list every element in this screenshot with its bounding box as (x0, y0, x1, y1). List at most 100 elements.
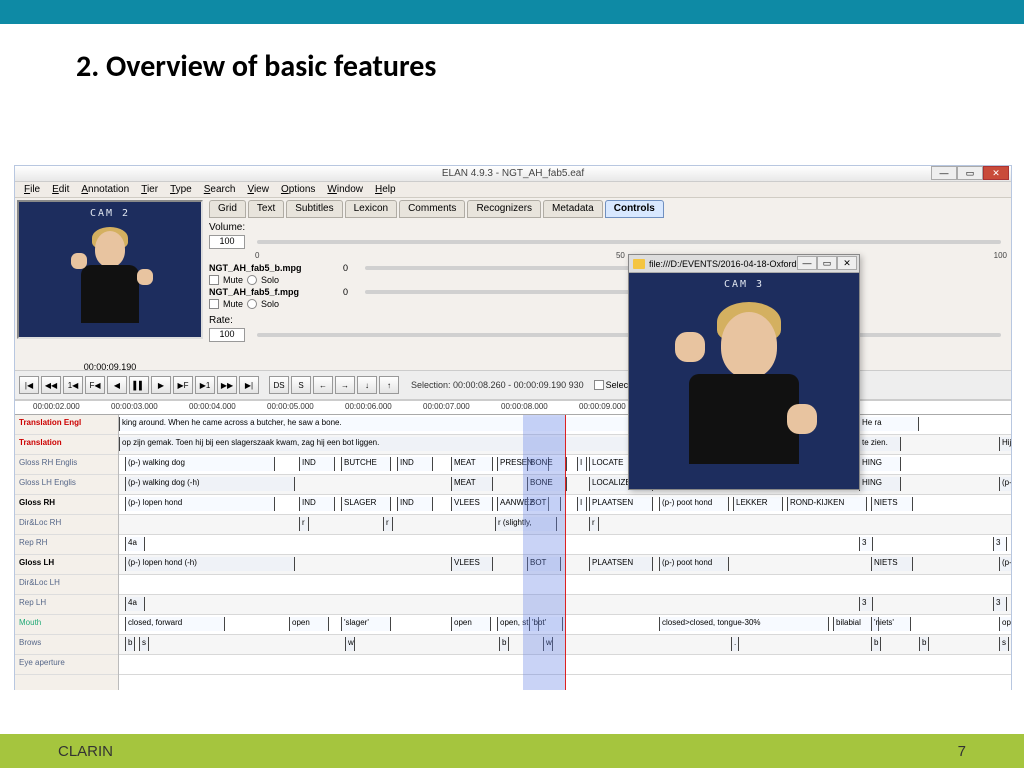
annotation[interactable]: He ra (859, 417, 919, 431)
playhead[interactable] (565, 415, 566, 690)
annotation[interactable]: (p-) walking dog (125, 457, 275, 471)
annotation[interactable]: . (731, 637, 739, 651)
tier-label-0[interactable]: Translation Engl (15, 415, 118, 435)
solo-radio-1[interactable] (247, 299, 257, 309)
annotation[interactable]: HING (859, 457, 901, 471)
mute-checkbox-1[interactable] (209, 299, 219, 309)
annotation[interactable]: (p-) ro (999, 477, 1011, 491)
annotation[interactable]: b (871, 637, 881, 651)
menu-type[interactable]: Type (165, 183, 197, 196)
tier-label-3[interactable]: Gloss LH Englis (15, 475, 118, 495)
annotation[interactable]: I (577, 497, 587, 511)
playback-btn-4[interactable]: ◀ (107, 376, 127, 394)
annotation[interactable]: 'niets' (871, 617, 911, 631)
close-button[interactable]: ✕ (983, 166, 1009, 180)
mute-checkbox-0[interactable] (209, 275, 219, 285)
annotation[interactable]: Hij re (999, 437, 1011, 451)
menu-edit[interactable]: Edit (47, 183, 74, 196)
tier-label-5[interactable]: Dir&Loc RH (15, 515, 118, 535)
annotation[interactable]: VLEES (451, 497, 493, 511)
tier-label-8[interactable]: Dir&Loc LH (15, 575, 118, 595)
annotation[interactable]: I (577, 457, 587, 471)
annotation[interactable]: 3 (993, 597, 1007, 611)
tier-label-2[interactable]: Gloss RH Englis (15, 455, 118, 475)
playback-btn-8[interactable]: ▶1 (195, 376, 215, 394)
playback-btn-6[interactable]: ▶ (151, 376, 171, 394)
playback-btn-1[interactable]: ◀◀ (41, 376, 61, 394)
tab-subtitles[interactable]: Subtitles (286, 200, 342, 218)
annotation[interactable]: king around. When he came across a butch… (119, 417, 639, 431)
annotation[interactable]: r (299, 517, 309, 531)
annotation[interactable]: w (345, 637, 355, 651)
tab-grid[interactable]: Grid (209, 200, 246, 218)
annotation[interactable]: (p-) ro (999, 557, 1011, 571)
playback-btn-9[interactable]: ▶▶ (217, 376, 237, 394)
tier-label-11[interactable]: Brows (15, 635, 118, 655)
annotation[interactable]: (p-) poot hond (659, 497, 729, 511)
tab-lexicon[interactable]: Lexicon (345, 200, 397, 218)
menu-annotation[interactable]: Annotation (76, 183, 134, 196)
tier-label-6[interactable]: Rep RH (15, 535, 118, 555)
detached-video-window[interactable]: file:///D:/EVENTS/2016-04-18-Oxford… — ▭… (628, 254, 860, 490)
playback-btn-12[interactable]: DS (269, 376, 289, 394)
annotation[interactable]: op zijn gemak. Toen hij bij een slagersz… (119, 437, 639, 451)
annotation[interactable]: ROND-KIJKEN (787, 497, 867, 511)
playback-btn-7[interactable]: ▶F (173, 376, 193, 394)
annotation[interactable]: 3 (859, 597, 873, 611)
tab-comments[interactable]: Comments (399, 200, 465, 218)
tab-metadata[interactable]: Metadata (543, 200, 603, 218)
menu-window[interactable]: Window (322, 183, 368, 196)
annotation[interactable]: te zien. (859, 437, 901, 451)
annotation[interactable]: MEAT (451, 457, 493, 471)
annotation[interactable]: IND (299, 497, 335, 511)
menu-view[interactable]: View (242, 183, 274, 196)
rate-input[interactable]: 100 (209, 328, 245, 342)
annotation[interactable]: (p-) lopen hond (125, 497, 275, 511)
selection-mode-checkbox[interactable] (594, 380, 604, 390)
annotation[interactable]: NIETS (871, 557, 913, 571)
annotation[interactable]: open (999, 617, 1011, 631)
annotation[interactable]: BOT (527, 557, 561, 571)
annotation[interactable]: IND (397, 497, 433, 511)
annotation[interactable]: BOT (527, 497, 561, 511)
annotation[interactable]: 3 (859, 537, 873, 551)
tier-label-1[interactable]: Translation (15, 435, 118, 455)
playback-btn-5[interactable]: ▌▌ (129, 376, 149, 394)
annotation[interactable]: SLAGER (341, 497, 391, 511)
playback-btn-2[interactable]: 1◀ (63, 376, 83, 394)
annotation[interactable]: b (919, 637, 929, 651)
video-panel[interactable]: CAM 2 (17, 200, 203, 339)
annotation[interactable]: BONE (527, 477, 567, 491)
annotation[interactable]: BUTCHE (341, 457, 391, 471)
annotation[interactable]: b (499, 637, 509, 651)
annotation[interactable]: (p-) walking dog (-h) (125, 477, 295, 491)
annotation[interactable]: w (543, 637, 553, 651)
annotation[interactable]: r (383, 517, 393, 531)
annotation[interactable]: (p-) poot hond (659, 557, 729, 571)
annotation[interactable]: NIETS (871, 497, 913, 511)
time-ruler[interactable]: 00:00:02.00000:00:03.00000:00:04.00000:0… (15, 401, 1011, 415)
annotation[interactable]: 4a (125, 537, 145, 551)
popup-titlebar[interactable]: file:///D:/EVENTS/2016-04-18-Oxford… — ▭… (629, 255, 859, 273)
annotation-tracks[interactable]: king around. When he came across a butch… (119, 415, 1011, 690)
popup-maximize-button[interactable]: ▭ (817, 256, 837, 270)
annotation[interactable]: IND (397, 457, 433, 471)
annotation[interactable]: PLAATSEN (589, 497, 653, 511)
annotation[interactable]: IND (299, 457, 335, 471)
minimize-button[interactable]: — (931, 166, 957, 180)
annotation[interactable]: PLAATSEN (589, 557, 653, 571)
annotation[interactable]: closed, forward (125, 617, 225, 631)
maximize-button[interactable]: ▭ (957, 166, 983, 180)
annotation[interactable]: (p-) lopen hond (-h) (125, 557, 295, 571)
annotation[interactable]: b (125, 637, 135, 651)
annotation[interactable]: open (451, 617, 491, 631)
media-balance-slider-1[interactable] (365, 290, 665, 294)
playback-btn-15[interactable]: → (335, 376, 355, 394)
tab-controls[interactable]: Controls (605, 200, 664, 218)
menu-search[interactable]: Search (199, 183, 241, 196)
volume-slider[interactable] (257, 240, 1001, 244)
playback-btn-10[interactable]: ▶| (239, 376, 259, 394)
popup-minimize-button[interactable]: — (797, 256, 817, 270)
annotation[interactable]: 4a (125, 597, 145, 611)
volume-input[interactable]: 100 (209, 235, 245, 249)
